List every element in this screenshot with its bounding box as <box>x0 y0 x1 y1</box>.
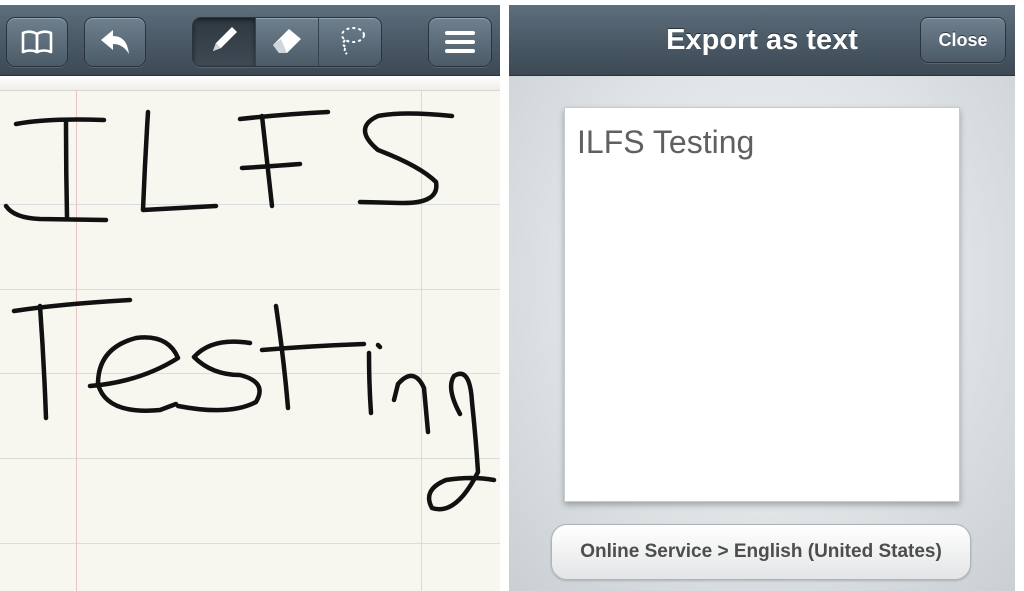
export-screen: Export as text Close ILFS Testing Online… <box>509 0 1015 591</box>
menu-button[interactable] <box>428 17 492 67</box>
recognition-service-button[interactable]: Online Service > English (United States) <box>551 524 971 580</box>
undo-button[interactable] <box>84 17 146 67</box>
handwritten-ink <box>3 109 497 512</box>
ink-word-ilfs <box>3 109 455 223</box>
eraser-icon <box>269 25 305 60</box>
pen-tool[interactable] <box>193 18 255 66</box>
recognized-text: ILFS Testing <box>577 124 755 160</box>
ink-word-testing <box>11 297 497 512</box>
pen-icon <box>207 23 241 62</box>
tool-selector <box>192 17 382 67</box>
undo-arrow-icon <box>97 28 133 56</box>
notebook-screen <box>0 0 500 591</box>
menu-icon <box>444 29 476 55</box>
close-button[interactable]: Close <box>920 17 1006 63</box>
recognized-text-box[interactable]: ILFS Testing <box>564 107 960 502</box>
lasso-tool[interactable] <box>318 18 381 66</box>
lasso-icon <box>333 23 367 62</box>
book-icon <box>20 28 54 56</box>
export-navbar: Export as text Close <box>509 5 1015 76</box>
notebooks-button[interactable] <box>6 17 68 67</box>
eraser-tool[interactable] <box>255 18 318 66</box>
notebook-toolbar <box>0 5 500 76</box>
